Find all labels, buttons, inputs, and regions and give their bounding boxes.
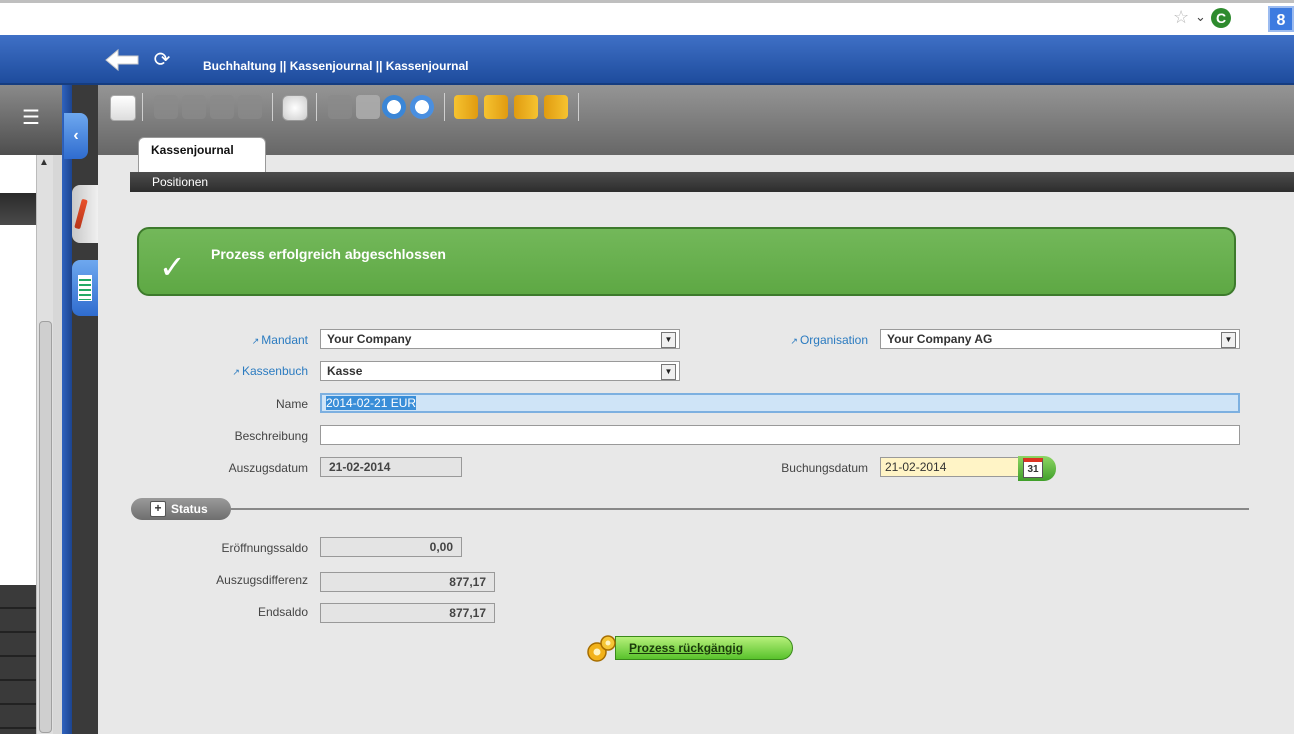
buchungsdatum-label: Buchungsdatum	[781, 461, 868, 475]
save-new-icon[interactable]	[238, 95, 262, 119]
eroeffnungssaldo-field: 0,00	[320, 537, 462, 557]
menu-item-selected[interactable]	[0, 193, 36, 225]
organisation-value: Your Company AG	[887, 332, 993, 346]
menu-tree-icon[interactable]: ☰	[22, 105, 40, 130]
checkmark-icon: ✓	[159, 249, 186, 285]
success-message-box: ✓ Prozess erfolgreich abgeschlossen	[137, 227, 1236, 296]
zoom-arrow-icon: ↗	[251, 336, 260, 346]
left-scrollbar[interactable]: ▲	[36, 155, 53, 734]
beschreibung-label: Beschreibung	[234, 429, 308, 443]
toolbar-separator	[142, 93, 143, 121]
scroll-up-icon[interactable]: ▲	[39, 157, 49, 168]
eroeffnungssaldo-label: Eröffnungssaldo	[221, 541, 308, 555]
attachment-icon[interactable]	[356, 95, 380, 119]
dropdown-arrow-icon[interactable]: ▼	[1221, 332, 1236, 348]
expand-plus-icon[interactable]: +	[150, 501, 166, 517]
delete-icon[interactable]	[282, 95, 308, 121]
auszugsdifferenz-field: 877,17	[320, 572, 495, 592]
name-label: Name	[275, 397, 308, 411]
zoom-arrow-icon: ↗	[790, 336, 798, 346]
kassenbuch-label[interactable]: ↗ Kassenbuch	[200, 364, 308, 378]
panel-divider	[62, 85, 72, 734]
extension-icon[interactable]: C	[1211, 8, 1231, 28]
mandant-select[interactable]: Your Company ▼	[320, 329, 680, 349]
name-value: 2014-02-21 EUR	[326, 396, 417, 410]
browser-toolbar: ☆ ⌄ C 8	[0, 0, 1294, 35]
copy-details-icon[interactable]	[182, 95, 206, 119]
endsaldo-field: 877,17	[320, 603, 495, 623]
last-record-icon[interactable]	[544, 95, 568, 119]
auszugsdatum-field: 21-02-2014	[320, 457, 462, 477]
toolbar-separator	[578, 93, 579, 121]
organisation-label[interactable]: ↗ Organisation	[760, 333, 868, 347]
undo-icon[interactable]	[328, 95, 352, 119]
toolbar-separator	[272, 93, 273, 121]
process-undo-label: Prozess rückgängig	[629, 641, 744, 655]
status-divider	[231, 508, 1249, 510]
scrollbar-thumb[interactable]	[39, 321, 52, 733]
calendar-icon: 31	[1023, 458, 1043, 478]
collapse-panel-button[interactable]: ‹	[64, 113, 88, 159]
side-tab-bar: ‹	[64, 85, 98, 734]
status-section-label: Status	[171, 502, 208, 516]
grid-mode-tab[interactable]	[72, 260, 98, 316]
beschreibung-input[interactable]	[320, 425, 1240, 445]
buchungsdatum-input[interactable]: 21-02-2014	[880, 457, 1020, 477]
pencil-icon	[74, 198, 88, 230]
toolbar-separator	[444, 93, 445, 121]
search-icon[interactable]	[382, 95, 406, 119]
kassenbuch-select[interactable]: Kasse ▼	[320, 361, 680, 381]
organisation-select[interactable]: Your Company AG ▼	[880, 329, 1240, 349]
main-toolbar	[98, 85, 1294, 155]
dropdown-arrow-icon[interactable]: ▼	[661, 332, 676, 348]
back-arrow-icon[interactable]	[104, 48, 140, 72]
zoom-arrow-icon: ↗	[232, 367, 240, 377]
dropdown-arrow-icon[interactable]: ▼	[661, 364, 676, 380]
save-icon[interactable]	[210, 95, 234, 119]
first-record-icon[interactable]	[454, 95, 478, 119]
kassenbuch-value: Kasse	[327, 364, 363, 378]
bookmark-star-icon[interactable]: ☆	[1173, 7, 1189, 28]
success-message: Prozess erfolgreich abgeschlossen	[211, 246, 446, 262]
refresh-icon[interactable]: ⟳	[150, 49, 174, 71]
previous-record-icon[interactable]	[484, 95, 508, 119]
grid-icon	[78, 275, 92, 301]
mandant-value: Your Company	[327, 332, 412, 346]
auszugsdifferenz-label: Auszugsdifferenz	[216, 573, 308, 587]
app-title-bar: ⟳ Buchhaltung || Kassenjournal || Kassen…	[0, 35, 1294, 85]
chevron-down-icon[interactable]: ⌄	[1195, 9, 1206, 25]
left-panel-header: ☰	[0, 85, 62, 155]
endsaldo-label: Endsaldo	[257, 605, 308, 619]
google-search-icon[interactable]: 8	[1268, 6, 1294, 32]
toolbar-separator	[316, 93, 317, 121]
menu-items-group[interactable]	[0, 585, 36, 734]
name-input[interactable]: 2014-02-21 EUR	[320, 393, 1240, 413]
left-navigation-panel: ☰ ▲	[0, 85, 62, 734]
gears-icon	[587, 635, 616, 662]
tab-kassenjournal[interactable]: Kassenjournal	[138, 137, 266, 172]
copy-record-icon[interactable]	[154, 95, 178, 119]
auszugsdatum-label: Auszugsdatum	[228, 461, 308, 475]
calendar-button[interactable]: 31	[1018, 456, 1056, 481]
subtab-positionen[interactable]: Positionen	[130, 172, 1294, 192]
edit-mode-tab[interactable]	[72, 185, 98, 243]
status-section-toggle[interactable]: + Status	[131, 498, 231, 520]
next-record-icon[interactable]	[514, 95, 538, 119]
mandant-label[interactable]: ↗ Mandant	[200, 333, 308, 347]
process-undo-button[interactable]: Prozess rückgängig	[585, 634, 795, 662]
breadcrumb: Buchhaltung || Kassenjournal || Kassenjo…	[203, 59, 469, 73]
history-icon[interactable]	[410, 95, 434, 119]
new-record-icon[interactable]	[110, 95, 136, 121]
